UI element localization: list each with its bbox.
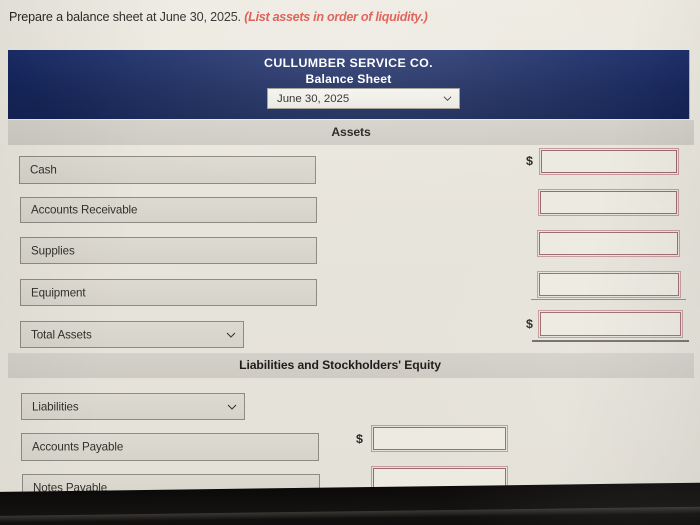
date-select-value: June 30, 2025 [277,92,350,105]
asset-amount-input-0[interactable] [539,148,679,175]
asset-label-value-0: Cash [30,163,57,177]
section-header-liabilities-label: Liabilities and Stockholders' Equity [239,358,441,372]
date-select[interactable]: June 30, 2025 [267,88,460,109]
asset-amount-input-1[interactable] [538,189,679,216]
company-name: CULLUMBER SERVICE CO. [264,56,433,70]
screenshot-root: Prepare a balance sheet at June 30, 2025… [0,0,700,525]
question-prompt: Prepare a balance sheet at June 30, 2025… [9,10,428,24]
asset-amount-input-2[interactable] [537,230,680,257]
asset-label-value-1: Accounts Receivable [31,203,138,217]
asset-amount-input-4[interactable] [538,310,683,338]
section-header-assets-label: Assets [331,125,371,139]
asset-label-value-3: Equipment [31,286,86,299]
asset-dollar-sign-0: $ [526,154,533,168]
subtotal-rule [531,299,686,300]
asset-dollar-sign-4: $ [526,317,533,331]
asset-label-input-2[interactable]: Supplies [20,237,317,264]
asset-amount-input-3[interactable] [537,271,681,298]
chevron-down-icon [226,330,236,340]
total-rule [532,340,689,342]
liability-label-value-1: Accounts Payable [32,440,124,454]
asset-label-value-2: Supplies [31,244,75,257]
chevron-down-icon [227,402,237,412]
prompt-hint: (List assets in order of liquidity.) [244,10,428,24]
liability-amount-input-1[interactable] [371,425,508,452]
prompt-text: Prepare a balance sheet at June 30, 2025… [9,10,241,24]
section-header-liabilities: Liabilities and Stockholders' Equity [8,353,694,378]
liability-label-value-0: Liabilities [32,400,79,413]
liability-label-select-0[interactable]: Liabilities [21,393,245,420]
liability-label-input-1[interactable]: Accounts Payable [21,433,319,461]
worksheet-page: Prepare a balance sheet at June 30, 2025… [0,0,700,502]
asset-label-select-4[interactable]: Total Assets [20,321,244,348]
statement-title: Balance Sheet [305,72,392,86]
asset-label-input-3[interactable]: Equipment [20,279,317,306]
asset-label-input-0[interactable]: Cash [19,156,316,184]
liability-dollar-sign-1: $ [356,432,363,446]
statement-header: CULLUMBER SERVICE CO. Balance Sheet June… [8,50,690,119]
asset-label-input-1[interactable]: Accounts Receivable [20,197,317,223]
asset-label-value-4: Total Assets [31,328,92,341]
section-header-assets: Assets [8,120,694,145]
chevron-down-icon [443,94,452,103]
